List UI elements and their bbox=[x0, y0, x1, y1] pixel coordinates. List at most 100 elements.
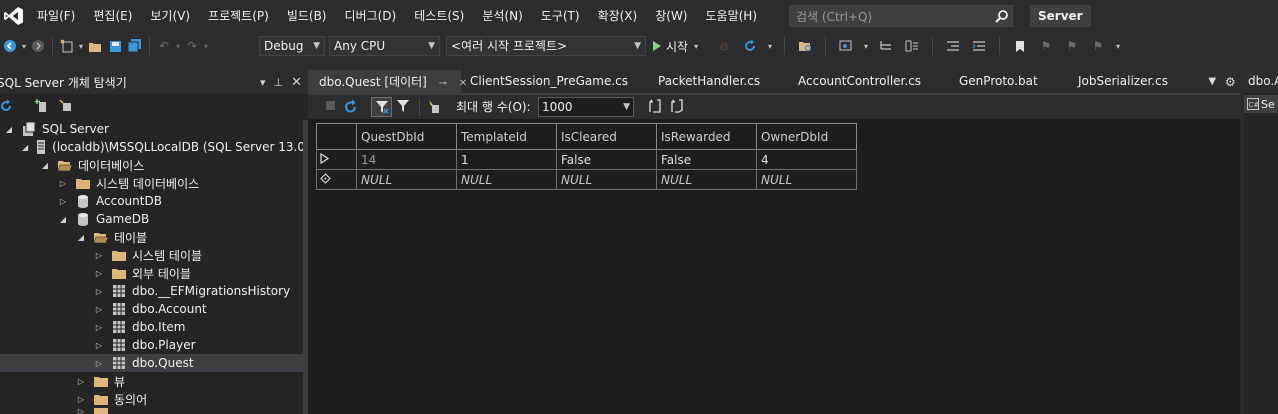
table-cell[interactable]: NULL bbox=[456, 169, 557, 190]
script-to-window-icon[interactable] bbox=[670, 99, 684, 116]
tree-item-sql-server[interactable]: ◢ SQL Server bbox=[0, 120, 303, 138]
refresh-icon[interactable] bbox=[740, 32, 760, 60]
uncomment-icon[interactable] bbox=[902, 32, 922, 60]
tab-jobserializer[interactable]: JobSerializer.cs bbox=[1068, 70, 1200, 93]
tab-accountcontroller[interactable]: AccountController.cs bbox=[788, 70, 949, 93]
pin-icon[interactable]: ⊸ bbox=[439, 78, 447, 89]
table-cell[interactable]: False bbox=[556, 149, 657, 170]
collapsed-arrow-icon[interactable]: ▷ bbox=[94, 354, 104, 372]
search-icon[interactable] bbox=[990, 9, 1012, 23]
table-cell[interactable]: 14 bbox=[356, 149, 457, 170]
column-header[interactable]: IsRewarded bbox=[656, 123, 757, 150]
tree-item-dbo-player[interactable]: ▷ dbo.Player bbox=[0, 336, 303, 354]
collapsed-arrow-icon[interactable]: ▷ bbox=[94, 246, 104, 264]
collapsed-arrow-icon[interactable]: ▷ bbox=[76, 372, 86, 390]
chevron-down-icon[interactable]: ▾ bbox=[1114, 32, 1122, 60]
table-cell[interactable]: NULL bbox=[556, 169, 657, 190]
tab-clientsession-pregame[interactable]: ClientSession_PreGame.cs bbox=[461, 70, 648, 93]
chevron-down-icon[interactable]: ▾ bbox=[202, 32, 210, 60]
expanded-arrow-icon[interactable]: ◢ bbox=[22, 138, 28, 156]
bookmark-icon[interactable] bbox=[1010, 32, 1030, 60]
undo-icon[interactable]: ↶ bbox=[154, 32, 174, 60]
tab-dbo-quest-data[interactable]: dbo.Quest [데이터] ⊸ ✕ bbox=[308, 70, 467, 93]
menu-view[interactable]: 보기(V) bbox=[141, 0, 199, 32]
solution-platform-select[interactable]: Any CPU ▼ bbox=[329, 36, 440, 56]
row-header-corner[interactable] bbox=[316, 123, 357, 150]
table-cell[interactable]: NULL bbox=[756, 169, 857, 190]
collapsed-arrow-icon[interactable]: ▷ bbox=[94, 318, 104, 336]
expanded-arrow-icon[interactable]: ◢ bbox=[58, 210, 68, 228]
tree-item-dbo-item[interactable]: ▷ dbo.Item bbox=[0, 318, 303, 336]
startup-project-select[interactable]: <여러 시작 프로젝트> ▼ bbox=[446, 36, 646, 56]
table-cell[interactable]: 4 bbox=[756, 149, 857, 170]
filter-icon[interactable] bbox=[396, 99, 410, 116]
column-header[interactable]: QuestDbId bbox=[356, 123, 457, 150]
column-header[interactable]: IsCleared bbox=[556, 123, 657, 150]
expanded-arrow-icon[interactable]: ◢ bbox=[76, 228, 86, 246]
tree-item-synonyms[interactable]: ▷ 동의어 bbox=[0, 390, 303, 408]
table-cell[interactable]: NULL bbox=[656, 169, 757, 190]
new-row-indicator-icon[interactable] bbox=[316, 169, 357, 190]
expanded-arrow-icon[interactable]: ◢ bbox=[40, 156, 50, 174]
script-icon[interactable] bbox=[427, 99, 441, 117]
current-row-indicator-icon[interactable] bbox=[316, 149, 357, 170]
comment-icon[interactable] bbox=[876, 32, 896, 60]
tab-packethandler[interactable]: PacketHandler.cs bbox=[648, 70, 788, 93]
table-cell[interactable]: False bbox=[656, 149, 757, 170]
tree-item-accountdb[interactable]: ▷ AccountDB bbox=[0, 192, 303, 210]
collapsed-arrow-icon[interactable]: ▷ bbox=[94, 264, 104, 282]
chevron-down-icon[interactable]: ▾ bbox=[694, 42, 698, 51]
chevron-down-icon[interactable]: ▾ bbox=[766, 32, 774, 60]
tree-item-tables[interactable]: ◢ 테이블 bbox=[0, 228, 303, 246]
max-rows-select[interactable]: 1000 ▼ bbox=[538, 97, 634, 117]
tree-item-gamedb[interactable]: ◢ GameDB bbox=[0, 210, 303, 228]
chevron-down-icon[interactable]: ▾ bbox=[862, 32, 870, 60]
collapsed-arrow-icon[interactable]: ▷ bbox=[58, 174, 68, 192]
tree-item-localdb[interactable]: ◢ (localdb)\MSSQLLocalDB (SQL Server 13.… bbox=[0, 138, 303, 156]
table-row[interactable]: NULL NULL NULL NULL NULL bbox=[316, 169, 857, 190]
add-server-icon[interactable] bbox=[35, 98, 49, 116]
hot-reload-icon[interactable]: 🔥︎ bbox=[714, 32, 734, 60]
tree-item-views[interactable]: ▷ 뷰 bbox=[0, 372, 303, 390]
tree-item-external-tables[interactable]: ▷ 외부 테이블 bbox=[0, 264, 303, 282]
group-by-icon[interactable] bbox=[59, 98, 73, 116]
previous-bookmark-icon[interactable]: ⚑ bbox=[1036, 32, 1056, 60]
solution-configuration-select[interactable]: Debug ▼ bbox=[259, 36, 325, 56]
chevron-down-icon[interactable]: ▾ bbox=[77, 32, 85, 60]
pin-icon[interactable]: ⊥ bbox=[274, 76, 284, 89]
panel-divider[interactable] bbox=[1240, 93, 1244, 414]
tab-list-dropdown-icon[interactable]: ▼ bbox=[1208, 76, 1216, 87]
menu-file[interactable]: 파일(F) bbox=[28, 0, 84, 32]
redo-icon[interactable]: ↷ bbox=[182, 32, 202, 60]
collapsed-arrow-icon[interactable]: ▷ bbox=[94, 336, 104, 354]
menu-debug[interactable]: 디버그(D) bbox=[336, 0, 406, 32]
collapsed-arrow-icon[interactable]: ▷ bbox=[94, 282, 104, 300]
solution-explorer-icon[interactable] bbox=[836, 32, 856, 60]
new-project-icon[interactable] bbox=[57, 32, 77, 60]
tree-item-databases[interactable]: ◢ 데이터베이스 bbox=[0, 156, 303, 174]
collapsed-arrow-icon[interactable]: ▷ bbox=[94, 300, 104, 318]
chevron-down-icon[interactable]: ▾ bbox=[174, 32, 182, 60]
search-input[interactable]: 검색 (Ctrl+Q) bbox=[789, 5, 1013, 27]
chevron-down-icon[interactable]: ▾ bbox=[20, 32, 28, 60]
menu-tools[interactable]: 도구(T) bbox=[532, 0, 589, 32]
find-in-files-icon[interactable] bbox=[795, 32, 815, 60]
close-icon[interactable]: ✕ bbox=[291, 75, 302, 90]
menu-build[interactable]: 빌드(B) bbox=[278, 0, 336, 32]
tab-dbo-partial[interactable]: dbo.A bbox=[1240, 70, 1278, 93]
start-debugging-button[interactable]: 시작 ▾ bbox=[652, 36, 698, 56]
stop-icon[interactable] bbox=[326, 101, 335, 110]
open-folder-icon[interactable] bbox=[85, 32, 105, 60]
table-cell[interactable]: NULL bbox=[356, 169, 457, 190]
refresh-icon[interactable] bbox=[344, 99, 358, 117]
table-cell[interactable]: 1 bbox=[456, 149, 557, 170]
side-tool-item[interactable]: C# Se bbox=[1244, 95, 1278, 113]
clear-bookmarks-icon[interactable]: ⚑ bbox=[1088, 32, 1108, 60]
menu-help[interactable]: 도움말(H) bbox=[697, 0, 767, 32]
column-header[interactable]: TemplateId bbox=[456, 123, 557, 150]
tree-item-ef-migrations-history[interactable]: ▷ dbo.__EFMigrationsHistory bbox=[0, 282, 303, 300]
outdent-icon[interactable] bbox=[943, 32, 963, 60]
menu-extensions[interactable]: 확장(X) bbox=[589, 0, 647, 32]
table-row[interactable]: 14 1 False False 4 bbox=[316, 149, 857, 170]
visual-studio-logo-icon[interactable] bbox=[0, 0, 28, 32]
